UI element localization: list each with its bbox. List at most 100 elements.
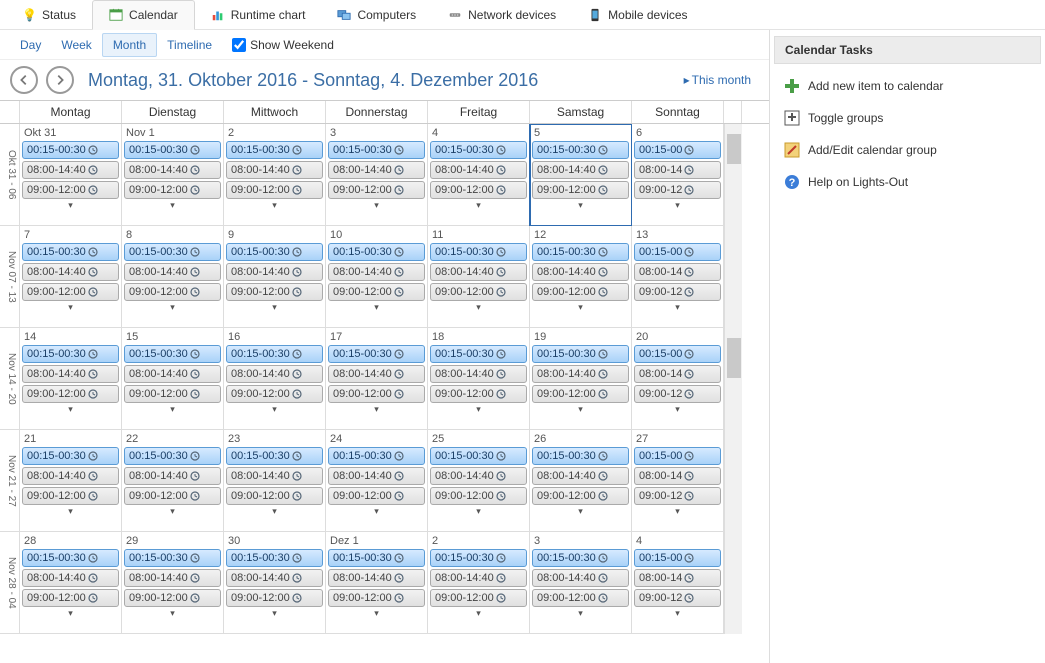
calendar-event[interactable]: 09:00-12 — [634, 283, 721, 301]
day-cell[interactable]: 2200:15-00:3008:00-14:4009:00-12:00▾ — [122, 430, 224, 532]
expand-day-icon[interactable]: ▾ — [22, 199, 119, 211]
calendar-event[interactable]: 08:00-14:40 — [532, 161, 629, 179]
view-week[interactable]: Week — [51, 34, 101, 56]
calendar-event[interactable]: 00:15-00:30 — [532, 345, 629, 363]
calendar-event[interactable]: 09:00-12:00 — [124, 487, 221, 505]
view-timeline[interactable]: Timeline — [157, 34, 222, 56]
day-cell[interactable]: 700:15-00:3008:00-14:4009:00-12:00▾ — [20, 226, 122, 328]
scrollbar[interactable] — [724, 532, 742, 634]
day-cell[interactable]: 400:15-0008:00-1409:00-12▾ — [632, 532, 724, 634]
expand-day-icon[interactable]: ▾ — [22, 403, 119, 415]
calendar-event[interactable]: 08:00-14:40 — [430, 569, 527, 587]
expand-day-icon[interactable]: ▾ — [634, 505, 721, 517]
show-weekend-checkbox[interactable]: Show Weekend — [232, 38, 334, 52]
calendar-event[interactable]: 00:15-00:30 — [226, 549, 323, 567]
day-cell[interactable]: 800:15-00:3008:00-14:4009:00-12:00▾ — [122, 226, 224, 328]
expand-day-icon[interactable]: ▾ — [634, 301, 721, 313]
expand-day-icon[interactable]: ▾ — [22, 607, 119, 619]
calendar-event[interactable]: 09:00-12:00 — [430, 487, 527, 505]
calendar-event[interactable]: 08:00-14:40 — [124, 161, 221, 179]
day-cell[interactable]: 1600:15-00:3008:00-14:4009:00-12:00▾ — [224, 328, 326, 430]
calendar-event[interactable]: 08:00-14:40 — [430, 365, 527, 383]
day-cell[interactable]: 1200:15-00:3008:00-14:4009:00-12:00▾ — [530, 226, 632, 328]
tab-computers[interactable]: Computers — [321, 0, 432, 30]
calendar-event[interactable]: 00:15-00:30 — [430, 243, 527, 261]
calendar-event[interactable]: 09:00-12:00 — [22, 487, 119, 505]
calendar-event[interactable]: 09:00-12:00 — [430, 589, 527, 607]
calendar-event[interactable]: 08:00-14:40 — [328, 161, 425, 179]
calendar-event[interactable]: 08:00-14:40 — [226, 263, 323, 281]
expand-day-icon[interactable]: ▾ — [532, 607, 629, 619]
expand-day-icon[interactable]: ▾ — [532, 403, 629, 415]
calendar-event[interactable]: 08:00-14:40 — [226, 569, 323, 587]
calendar-event[interactable]: 08:00-14:40 — [124, 365, 221, 383]
expand-day-icon[interactable]: ▾ — [532, 199, 629, 211]
calendar-event[interactable]: 00:15-00:30 — [22, 345, 119, 363]
day-cell[interactable]: 3000:15-00:3008:00-14:4009:00-12:00▾ — [224, 532, 326, 634]
calendar-event[interactable]: 09:00-12:00 — [124, 283, 221, 301]
calendar-event[interactable]: 09:00-12:00 — [22, 181, 119, 199]
expand-day-icon[interactable]: ▾ — [328, 505, 425, 517]
task-add-edit-group[interactable]: Add/Edit calendar group — [774, 134, 1041, 166]
calendar-event[interactable]: 08:00-14 — [634, 161, 721, 179]
scrollbar[interactable] — [724, 328, 742, 430]
day-cell[interactable]: 200:15-00:3008:00-14:4009:00-12:00▾ — [224, 124, 326, 226]
calendar-event[interactable]: 09:00-12:00 — [532, 181, 629, 199]
calendar-event[interactable]: 08:00-14:40 — [22, 569, 119, 587]
calendar-event[interactable]: 08:00-14:40 — [124, 569, 221, 587]
tab-status[interactable]: 💡 Status — [6, 0, 92, 30]
day-cell[interactable]: 900:15-00:3008:00-14:4009:00-12:00▾ — [224, 226, 326, 328]
tab-runtime-chart[interactable]: Runtime chart — [195, 0, 322, 30]
calendar-event[interactable]: 08:00-14:40 — [124, 263, 221, 281]
prev-button[interactable] — [10, 66, 38, 94]
calendar-event[interactable]: 08:00-14:40 — [328, 263, 425, 281]
day-cell[interactable]: 2300:15-00:3008:00-14:4009:00-12:00▾ — [224, 430, 326, 532]
day-cell[interactable]: 300:15-00:3008:00-14:4009:00-12:00▾ — [326, 124, 428, 226]
expand-day-icon[interactable]: ▾ — [226, 199, 323, 211]
day-cell[interactable]: Dez 100:15-00:3008:00-14:4009:00-12:00▾ — [326, 532, 428, 634]
calendar-event[interactable]: 00:15-00:30 — [22, 549, 119, 567]
calendar-event[interactable]: 08:00-14:40 — [124, 467, 221, 485]
calendar-event[interactable]: 00:15-00:30 — [430, 447, 527, 465]
calendar-event[interactable]: 08:00-14:40 — [226, 467, 323, 485]
calendar-event[interactable]: 08:00-14:40 — [328, 569, 425, 587]
day-cell[interactable]: 2900:15-00:3008:00-14:4009:00-12:00▾ — [122, 532, 224, 634]
day-cell[interactable]: 2100:15-00:3008:00-14:4009:00-12:00▾ — [20, 430, 122, 532]
expand-day-icon[interactable]: ▾ — [430, 403, 527, 415]
expand-day-icon[interactable]: ▾ — [328, 301, 425, 313]
calendar-event[interactable]: 08:00-14 — [634, 263, 721, 281]
calendar-event[interactable]: 00:15-00 — [634, 447, 721, 465]
expand-day-icon[interactable]: ▾ — [226, 301, 323, 313]
calendar-event[interactable]: 08:00-14:40 — [430, 467, 527, 485]
calendar-event[interactable]: 09:00-12:00 — [124, 385, 221, 403]
calendar-event[interactable]: 09:00-12:00 — [22, 385, 119, 403]
calendar-event[interactable]: 00:15-00:30 — [430, 141, 527, 159]
day-cell[interactable]: 1000:15-00:3008:00-14:4009:00-12:00▾ — [326, 226, 428, 328]
calendar-event[interactable]: 00:15-00:30 — [328, 141, 425, 159]
calendar-event[interactable]: 09:00-12:00 — [430, 385, 527, 403]
expand-day-icon[interactable]: ▾ — [634, 607, 721, 619]
day-cell[interactable]: 400:15-00:3008:00-14:4009:00-12:00▾ — [428, 124, 530, 226]
expand-day-icon[interactable]: ▾ — [124, 301, 221, 313]
calendar-event[interactable]: 08:00-14:40 — [532, 467, 629, 485]
calendar-event[interactable]: 00:15-00:30 — [226, 243, 323, 261]
calendar-event[interactable]: 09:00-12:00 — [22, 283, 119, 301]
calendar-event[interactable]: 09:00-12:00 — [532, 385, 629, 403]
day-cell[interactable]: 1300:15-0008:00-1409:00-12▾ — [632, 226, 724, 328]
scrollbar[interactable] — [724, 430, 742, 532]
calendar-event[interactable]: 09:00-12:00 — [22, 589, 119, 607]
calendar-event[interactable]: 09:00-12:00 — [328, 181, 425, 199]
expand-day-icon[interactable]: ▾ — [430, 607, 527, 619]
day-cell[interactable]: Nov 100:15-00:3008:00-14:4009:00-12:00▾ — [122, 124, 224, 226]
calendar-event[interactable]: 00:15-00:30 — [226, 141, 323, 159]
expand-day-icon[interactable]: ▾ — [430, 199, 527, 211]
calendar-event[interactable]: 00:15-00:30 — [328, 243, 425, 261]
expand-day-icon[interactable]: ▾ — [226, 403, 323, 415]
calendar-event[interactable]: 00:15-00:30 — [124, 447, 221, 465]
calendar-event[interactable]: 09:00-12:00 — [226, 589, 323, 607]
expand-day-icon[interactable]: ▾ — [634, 199, 721, 211]
day-cell[interactable]: 200:15-00:3008:00-14:4009:00-12:00▾ — [428, 532, 530, 634]
calendar-event[interactable]: 00:15-00:30 — [328, 549, 425, 567]
calendar-event[interactable]: 00:15-00:30 — [328, 345, 425, 363]
expand-day-icon[interactable]: ▾ — [226, 607, 323, 619]
